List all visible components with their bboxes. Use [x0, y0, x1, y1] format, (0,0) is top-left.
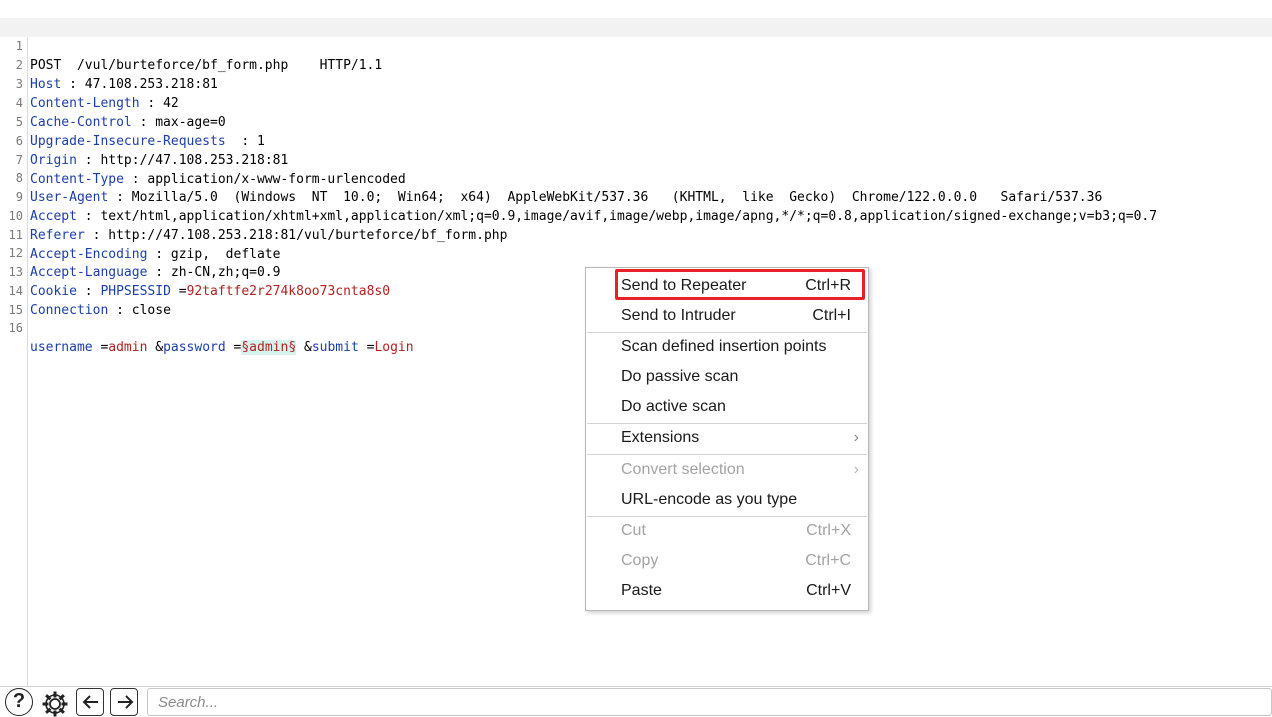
param-equals: = [92, 340, 109, 355]
editor-line[interactable]: 10 Referer : http://47.108.253.218:81/vu… [0, 188, 1272, 243]
menu-item-active-scan[interactable]: Do active scan [587, 392, 867, 422]
menu-item-scan-insertion-points[interactable]: Scan defined insertion points [587, 332, 867, 362]
menu-item-shortcut: Ctrl+R [805, 277, 851, 294]
context-menu: Send to Repeater Ctrl+R Send to Intruder… [585, 267, 869, 611]
back-button[interactable] [76, 688, 104, 716]
menu-item-shortcut: Ctrl+I [812, 307, 851, 324]
menu-item-url-encode[interactable]: URL-encode as you type [587, 485, 867, 515]
menu-item-label: Send to Repeater [621, 277, 747, 294]
help-icon[interactable]: ? [5, 688, 33, 716]
editor-line[interactable]: 7 Content-Type : application/x-www-form-… [0, 132, 1272, 187]
param-name-username[interactable]: username [30, 340, 93, 355]
payload-marker-password[interactable]: §admin§ [241, 340, 297, 355]
forward-button[interactable] [110, 688, 138, 716]
menu-item-paste[interactable]: Paste Ctrl+V [587, 576, 867, 606]
line-number: 16 [8, 321, 23, 335]
menu-item-label: Do active scan [621, 398, 726, 415]
editor-line[interactable]: 3 Content-Length : 42 [0, 56, 1272, 111]
editor-line[interactable]: 11 Accept-Encoding : gzip, deflate [0, 207, 1272, 262]
editor-line[interactable]: 1 POST /vul/burteforce/bf_form.php HTTP/… [0, 18, 1272, 73]
param-equals: = [358, 340, 375, 355]
menu-item-shortcut: Ctrl+X [806, 522, 851, 539]
arrow-right-icon [118, 695, 134, 709]
menu-item-extensions[interactable]: Extensions › [587, 423, 867, 453]
param-equals: = [225, 340, 242, 355]
param-value-username[interactable]: admin [108, 340, 147, 355]
param-ampersand: & [147, 340, 164, 355]
menu-item-send-to-intruder[interactable]: Send to Intruder Ctrl+I [587, 301, 867, 331]
menu-item-send-to-repeater[interactable]: Send to Repeater Ctrl+R [587, 271, 867, 301]
settings-gear-icon[interactable] [38, 688, 68, 717]
menu-item-shortcut: Ctrl+C [805, 552, 851, 569]
param-name-submit[interactable]: submit [312, 340, 359, 355]
chevron-right-icon: › [853, 429, 859, 446]
menu-item-label: Do passive scan [621, 368, 739, 385]
menu-item-cut[interactable]: Cut Ctrl+X [587, 516, 867, 546]
editor-line[interactable]: 4 Cache-Control : max-age=0 [0, 75, 1272, 130]
bottom-toolbar: ? [0, 686, 1272, 717]
editor-line[interactable]: 9 Accept : text/html,application/xhtml+x… [0, 169, 1272, 224]
menu-item-label: Convert selection [621, 461, 745, 478]
menu-item-copy[interactable]: Copy Ctrl+C [587, 546, 867, 576]
param-ampersand: & [296, 340, 312, 355]
menu-item-label: URL-encode as you type [621, 491, 798, 508]
menu-item-label: Paste [621, 582, 662, 599]
menu-item-convert-selection[interactable]: Convert selection › [587, 455, 867, 485]
menu-item-label: Scan defined insertion points [621, 338, 827, 355]
chevron-right-icon: › [853, 461, 859, 478]
arrow-left-icon [82, 695, 98, 709]
menu-item-shortcut: Ctrl+V [806, 582, 851, 599]
search-input[interactable] [147, 688, 1272, 716]
editor-line[interactable]: 8 User-Agent : Mozilla/5.0 (Windows NT 1… [0, 150, 1272, 205]
menu-item-label: Copy [621, 552, 659, 569]
menu-item-label: Cut [621, 522, 646, 539]
editor-line[interactable]: 5 Upgrade-Insecure-Requests : 1 [0, 94, 1272, 149]
menu-item-label: Send to Intruder [621, 307, 736, 324]
param-name-password[interactable]: password [163, 340, 226, 355]
editor-line[interactable]: 2 Host : 47.108.253.218:81 [0, 37, 1272, 92]
menu-item-label: Extensions [621, 429, 700, 446]
editor-line[interactable]: 13 Cookie : PHPSESSID =92taftfe2r274k8oo… [0, 244, 1272, 299]
editor-line[interactable]: 6 Origin : http://47.108.253.218:81 [0, 113, 1272, 168]
editor-line[interactable]: 12 Accept-Language : zh-CN,zh;q=0.9 [0, 225, 1272, 280]
param-value-submit[interactable]: Login [374, 340, 413, 355]
menu-item-passive-scan[interactable]: Do passive scan [587, 362, 867, 392]
